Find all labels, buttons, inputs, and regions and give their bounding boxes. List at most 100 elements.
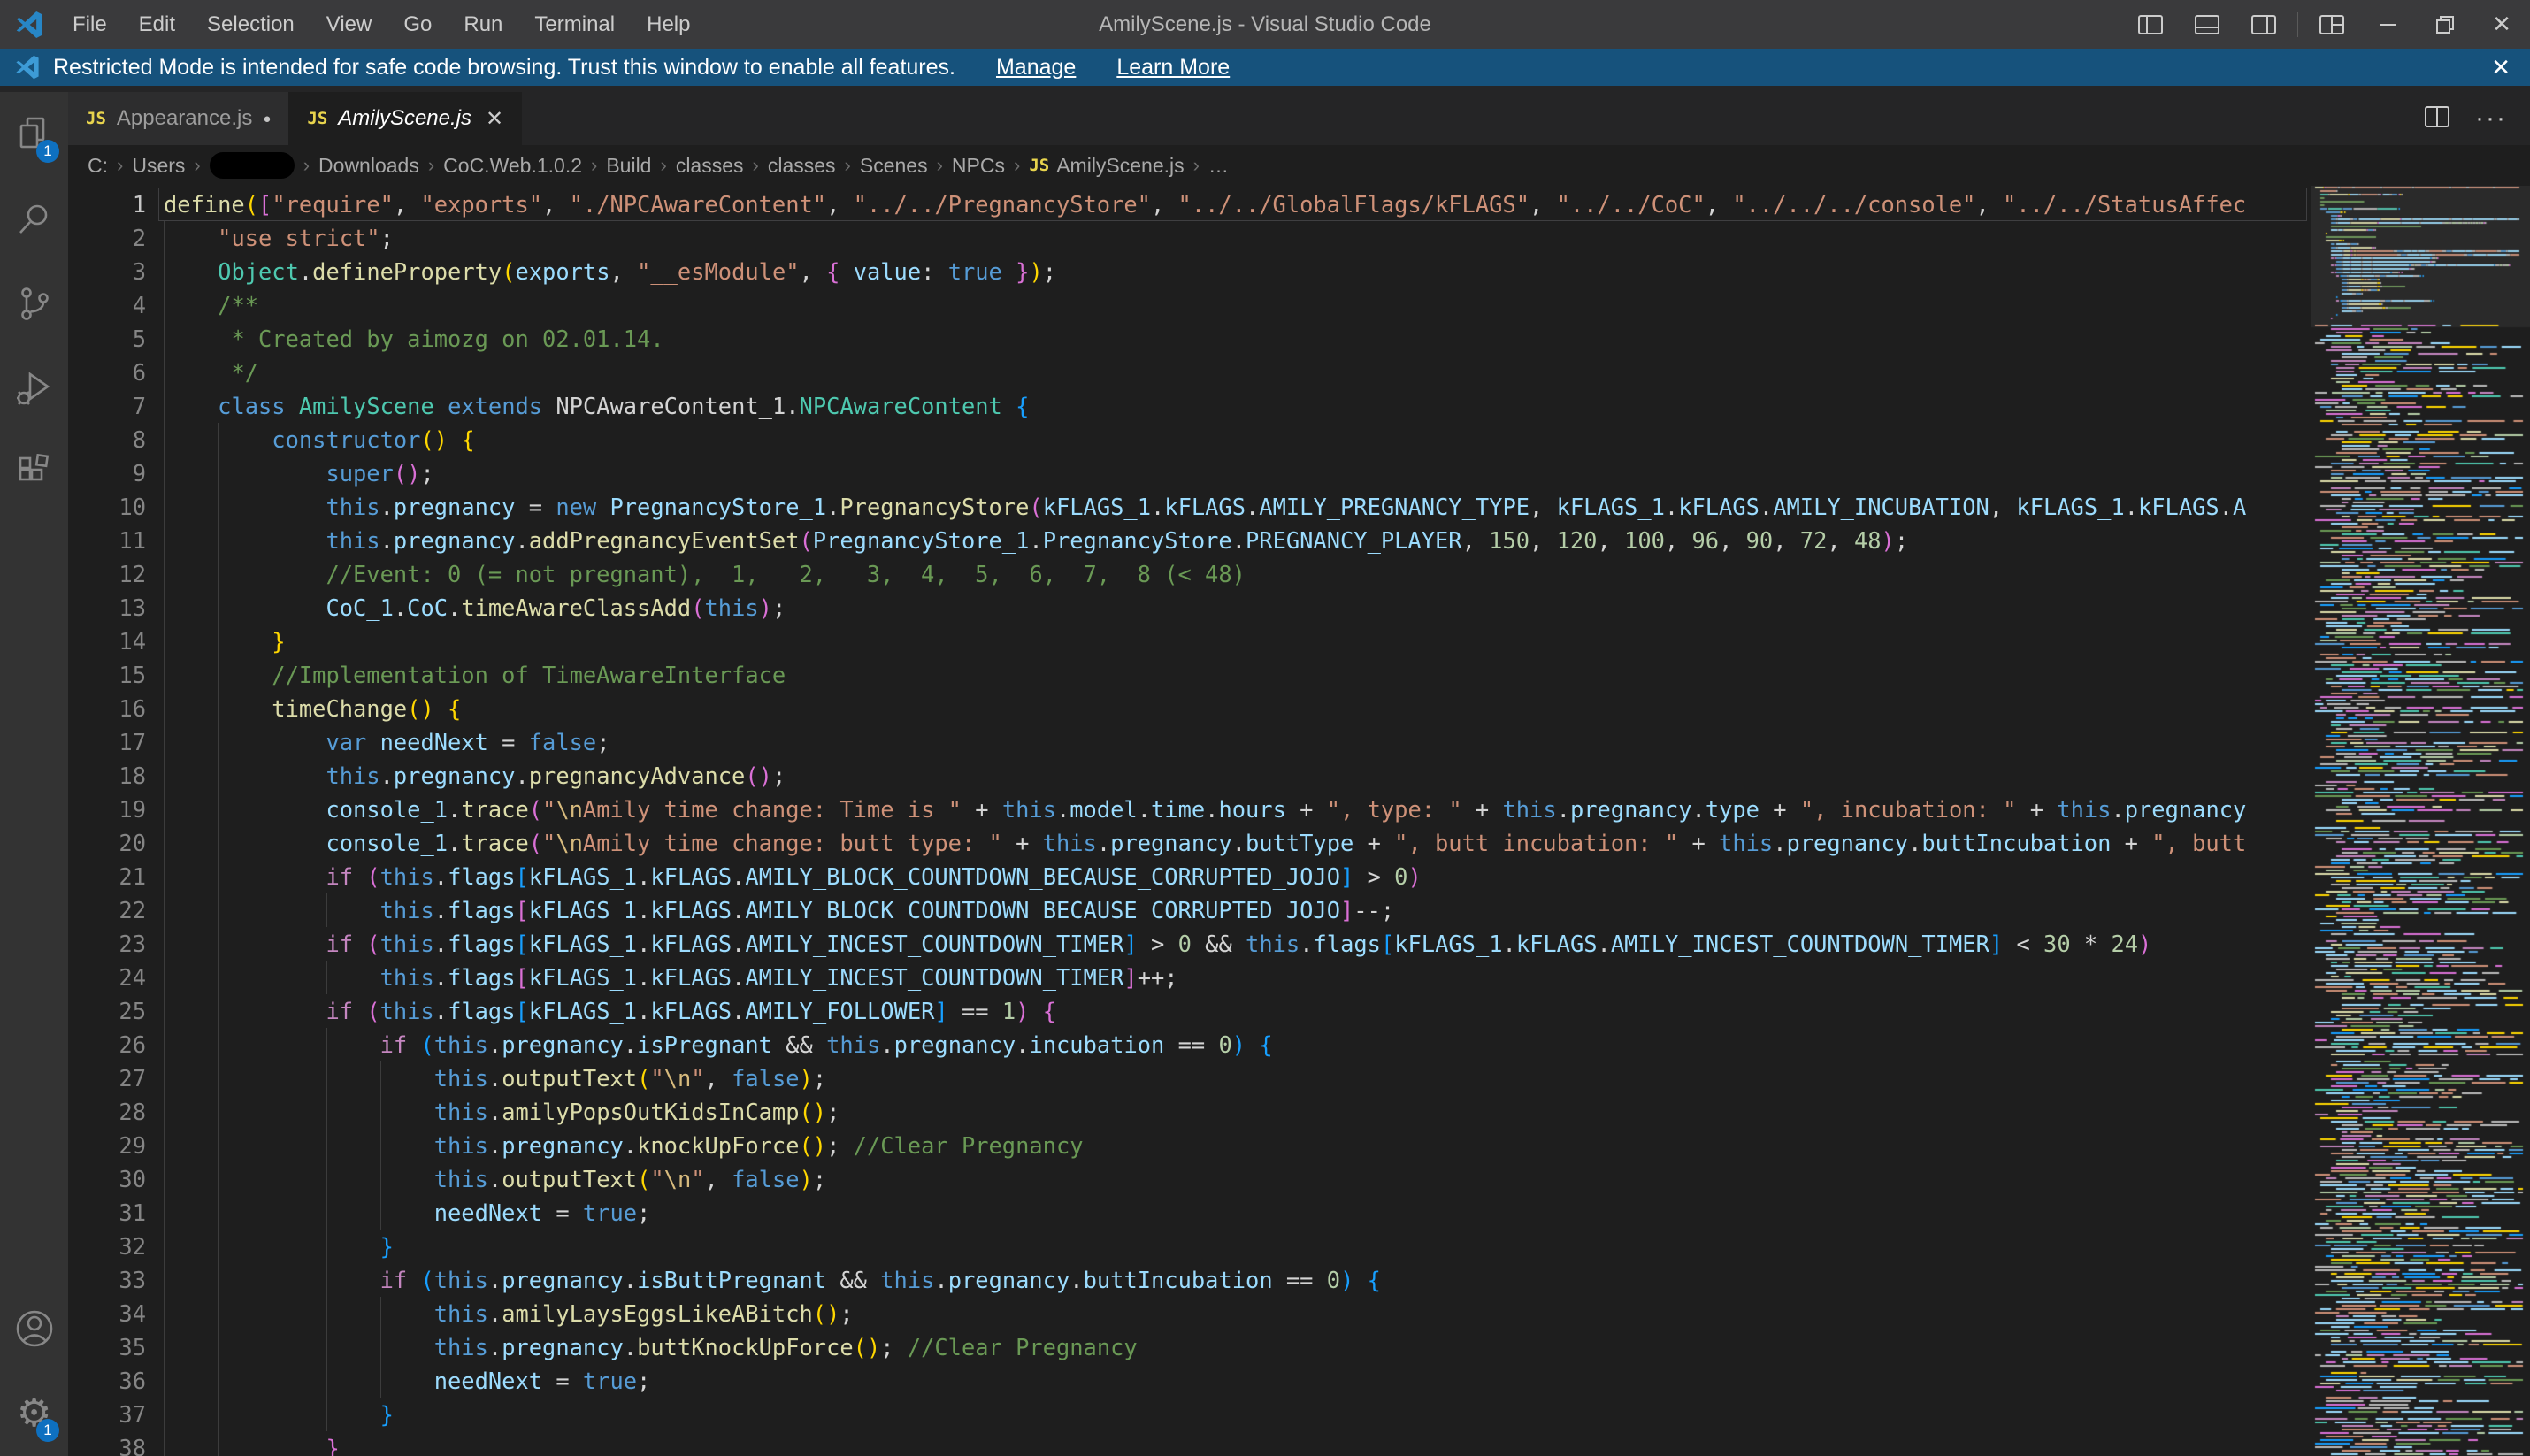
- code-line-13[interactable]: 13 CoC_1.CoC.timeAwareClassAdd(this);: [68, 591, 2311, 625]
- tab-appearance-js[interactable]: JSAppearance.js●: [68, 92, 289, 145]
- breadcrumb-item-11[interactable]: …: [1208, 154, 1229, 178]
- line-number: 31: [68, 1196, 146, 1230]
- toggle-primary-sidebar-button[interactable]: [2122, 0, 2179, 49]
- line-number: 11: [68, 524, 146, 557]
- code-line-3[interactable]: 3 Object.defineProperty(exports, "__esMo…: [68, 255, 2311, 288]
- code-line-14[interactable]: 14 }: [68, 625, 2311, 658]
- code-line-text: }: [164, 1431, 340, 1456]
- indent-guide: [164, 591, 165, 625]
- breadcrumb-item-8[interactable]: Scenes: [860, 154, 928, 178]
- tab-amilyscene-js[interactable]: JSAmilyScene.js✕: [289, 92, 522, 145]
- code-line-2[interactable]: 2 "use strict";: [68, 221, 2311, 255]
- code-line-31[interactable]: 31 needNext = true;: [68, 1196, 2311, 1230]
- code-line-25[interactable]: 25 if (this.flags[kFLAGS_1.kFLAGS.AMILY_…: [68, 994, 2311, 1028]
- breadcrumb-item-4[interactable]: CoC.Web.1.0.2: [443, 154, 582, 178]
- indent-guide: [326, 1061, 327, 1095]
- breadcrumb-item-3[interactable]: Downloads: [318, 154, 419, 178]
- breadcrumb-item-7[interactable]: classes: [768, 154, 836, 178]
- breadcrumb-item-1[interactable]: Users: [132, 154, 185, 178]
- code-line-12[interactable]: 12 //Event: 0 (= not pregnant), 1, 2, 3,…: [68, 557, 2311, 591]
- line-number: 34: [68, 1297, 146, 1330]
- code-line-33[interactable]: 33 if (this.pregnancy.isButtPregnant && …: [68, 1263, 2311, 1297]
- indent-guide: [164, 658, 165, 692]
- code-line-23[interactable]: 23 if (this.flags[kFLAGS_1.kFLAGS.AMILY_…: [68, 927, 2311, 961]
- manage-link[interactable]: Manage: [996, 55, 1076, 80]
- breadcrumb-item-0[interactable]: C:: [88, 154, 108, 178]
- code-line-36[interactable]: 36 needNext = true;: [68, 1364, 2311, 1398]
- code-line-6[interactable]: 6 */: [68, 356, 2311, 389]
- code-line-21[interactable]: 21 if (this.flags[kFLAGS_1.kFLAGS.AMILY_…: [68, 860, 2311, 893]
- menu-item-view[interactable]: View: [312, 7, 387, 42]
- menu-item-run[interactable]: Run: [449, 7, 517, 42]
- breadcrumb-item-9[interactable]: NPCs: [952, 154, 1005, 178]
- breadcrumb-item-5[interactable]: Build: [606, 154, 651, 178]
- restore-button[interactable]: [2417, 0, 2473, 49]
- indent-guide: [164, 356, 165, 389]
- search-button[interactable]: [0, 177, 68, 262]
- menu-item-terminal[interactable]: Terminal: [520, 7, 629, 42]
- code-editor[interactable]: 1define(["require", "exports", "./NPCAwa…: [68, 186, 2530, 1456]
- code-line-34[interactable]: 34 this.amilyLaysEggsLikeABitch();: [68, 1297, 2311, 1330]
- code-line-29[interactable]: 29 this.pregnancy.knockUpForce(); //Clea…: [68, 1129, 2311, 1162]
- code-line-text: if (this.flags[kFLAGS_1.kFLAGS.AMILY_INC…: [164, 927, 2151, 961]
- settings-button[interactable]: ⚙ 1: [0, 1371, 68, 1456]
- code-line-24[interactable]: 24 this.flags[kFLAGS_1.kFLAGS.AMILY_INCE…: [68, 961, 2311, 994]
- menu-item-edit[interactable]: Edit: [125, 7, 189, 42]
- code-line-4[interactable]: 4 /**: [68, 288, 2311, 322]
- code-line-text: this.amilyPopsOutKidsInCamp();: [164, 1095, 840, 1129]
- modified-dot-icon[interactable]: ●: [263, 111, 271, 126]
- code-line-35[interactable]: 35 this.pregnancy.buttKnockUpForce(); //…: [68, 1330, 2311, 1364]
- code-line-7[interactable]: 7 class AmilyScene extends NPCAwareConte…: [68, 389, 2311, 423]
- line-number: 7: [68, 389, 146, 423]
- code-line-9[interactable]: 9 super();: [68, 456, 2311, 490]
- menu-item-help[interactable]: Help: [632, 7, 704, 42]
- code-line-15[interactable]: 15 //Implementation of TimeAwareInterfac…: [68, 658, 2311, 692]
- run-and-debug-button[interactable]: [0, 347, 68, 432]
- customize-layout-button[interactable]: [2304, 0, 2360, 49]
- breadcrumb-item-6[interactable]: classes: [676, 154, 744, 178]
- breadcrumb-item-2[interactable]: [210, 152, 295, 179]
- window-close-button[interactable]: ✕: [2473, 0, 2530, 49]
- extensions-button[interactable]: [0, 432, 68, 517]
- line-number: 21: [68, 860, 146, 893]
- menu-item-file[interactable]: File: [58, 7, 121, 42]
- toggle-panel-button[interactable]: [2179, 0, 2235, 49]
- code-line-18[interactable]: 18 this.pregnancy.pregnancyAdvance();: [68, 759, 2311, 793]
- code-line-27[interactable]: 27 this.outputText("\n", false);: [68, 1061, 2311, 1095]
- code-line-5[interactable]: 5 * Created by aimozg on 02.01.14.: [68, 322, 2311, 356]
- code-line-20[interactable]: 20 console_1.trace("\nAmily time change:…: [68, 826, 2311, 860]
- toggle-secondary-sidebar-button[interactable]: [2235, 0, 2292, 49]
- explorer-button[interactable]: 1: [0, 92, 68, 177]
- code-line-10[interactable]: 10 this.pregnancy = new PregnancyStore_1…: [68, 490, 2311, 524]
- learn-more-link[interactable]: Learn More: [1116, 55, 1230, 80]
- code-line-text: needNext = true;: [164, 1364, 650, 1398]
- code-line-37[interactable]: 37 }: [68, 1398, 2311, 1431]
- tab-close-icon[interactable]: ✕: [486, 106, 503, 132]
- code-line-19[interactable]: 19 console_1.trace("\nAmily time change:…: [68, 793, 2311, 826]
- code-line-26[interactable]: 26 if (this.pregnancy.isPregnant && this…: [68, 1028, 2311, 1061]
- breadcrumb-item-10[interactable]: JSAmilyScene.js: [1029, 154, 1184, 178]
- minimize-button[interactable]: [2360, 0, 2417, 49]
- more-actions-button[interactable]: ···: [2475, 103, 2507, 134]
- indent-guide: [164, 625, 165, 658]
- code-line-28[interactable]: 28 this.amilyPopsOutKidsInCamp();: [68, 1095, 2311, 1129]
- code-line-32[interactable]: 32 }: [68, 1230, 2311, 1263]
- code-line-16[interactable]: 16 timeChange() {: [68, 692, 2311, 725]
- code-line-8[interactable]: 8 constructor() {: [68, 423, 2311, 456]
- code-line-30[interactable]: 30 this.outputText("\n", false);: [68, 1162, 2311, 1196]
- menu-item-go[interactable]: Go: [389, 7, 446, 42]
- banner-close-icon[interactable]: ✕: [2491, 54, 2511, 81]
- source-control-button[interactable]: [0, 262, 68, 347]
- code-line-17[interactable]: 17 var needNext = false;: [68, 725, 2311, 759]
- line-number: 10: [68, 490, 146, 524]
- code-line-1[interactable]: 1define(["require", "exports", "./NPCAwa…: [68, 188, 2311, 221]
- split-editor-button[interactable]: [2424, 105, 2450, 133]
- code-line-text: class AmilyScene extends NPCAwareContent…: [164, 389, 1029, 423]
- menu-item-selection[interactable]: Selection: [193, 7, 309, 42]
- code-line-38[interactable]: 38 }: [68, 1431, 2311, 1456]
- code-line-22[interactable]: 22 this.flags[kFLAGS_1.kFLAGS.AMILY_BLOC…: [68, 893, 2311, 927]
- code-line-text: this.pregnancy = new PregnancyStore_1.Pr…: [164, 490, 2246, 524]
- code-line-11[interactable]: 11 this.pregnancy.addPregnancyEventSet(P…: [68, 524, 2311, 557]
- minimap[interactable]: [2311, 186, 2530, 1456]
- accounts-button[interactable]: [0, 1286, 68, 1371]
